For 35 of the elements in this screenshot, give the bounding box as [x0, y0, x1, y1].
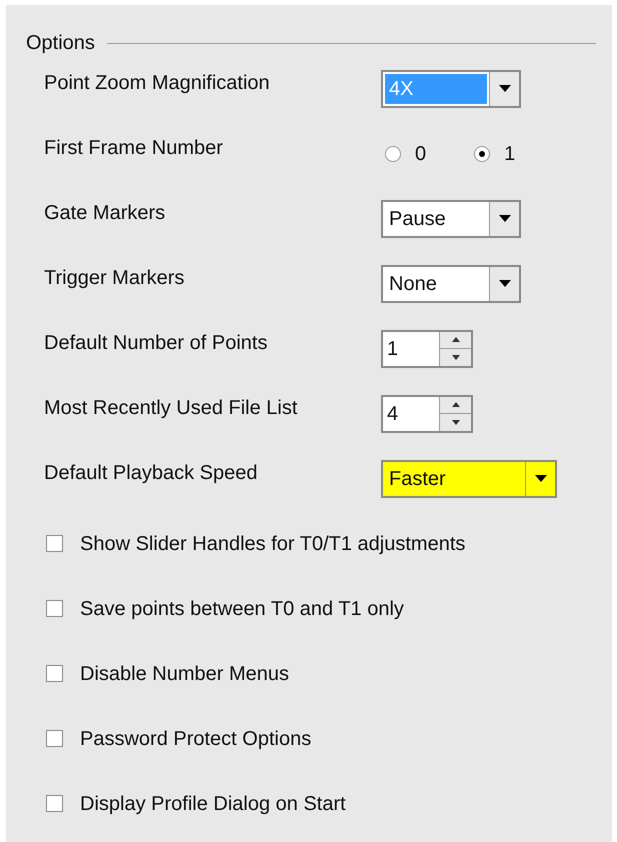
checkbox-label: Disable Number Menus: [80, 662, 289, 686]
checkbox-label: Show Slider Handles for T0/T1 adjustments: [80, 532, 466, 556]
field-label: Default Playback Speed: [44, 460, 258, 486]
checkbox[interactable]: [46, 600, 63, 617]
checkbox[interactable]: [46, 665, 63, 682]
field-label: Gate Markers: [44, 200, 166, 226]
caret-icon: [498, 215, 510, 222]
caret-icon: [498, 85, 510, 92]
radio-label: 1: [504, 142, 516, 166]
field-label: Point Zoom Magnification: [44, 70, 271, 96]
dropdown[interactable]: Pause: [381, 200, 521, 238]
caret-icon: [534, 475, 546, 482]
field-label: Trigger Markers: [44, 266, 186, 290]
checkbox-label: Password Protect Options: [80, 726, 312, 752]
radio-button[interactable]: [385, 146, 401, 162]
up-arrow-icon[interactable]: [452, 337, 460, 342]
checkbox[interactable]: [46, 730, 63, 747]
down-arrow-icon[interactable]: [452, 354, 460, 360]
field-label: First Frame Number: [44, 136, 224, 160]
radio-label: 0: [415, 142, 426, 166]
spin-box[interactable]: 1: [381, 330, 473, 368]
checkbox-label: Save points between T0 and T1 only: [80, 596, 404, 622]
checkbox[interactable]: [46, 795, 63, 812]
radio-button[interactable]: [474, 146, 490, 162]
caret-icon: [498, 280, 510, 287]
dropdown[interactable]: Faster: [381, 460, 557, 498]
down-arrow-icon[interactable]: [452, 420, 460, 425]
group-title: Options: [26, 31, 95, 55]
dropdown[interactable]: None: [381, 264, 521, 302]
field-label: Default Number of Points: [44, 330, 268, 356]
spin-box[interactable]: 4: [381, 394, 473, 432]
up-arrow-icon[interactable]: [452, 402, 460, 408]
checkbox[interactable]: [46, 535, 63, 552]
checkbox-label: Display Profile Dialog on Start: [80, 792, 346, 816]
field-label: Most Recently Used File List: [44, 396, 298, 420]
